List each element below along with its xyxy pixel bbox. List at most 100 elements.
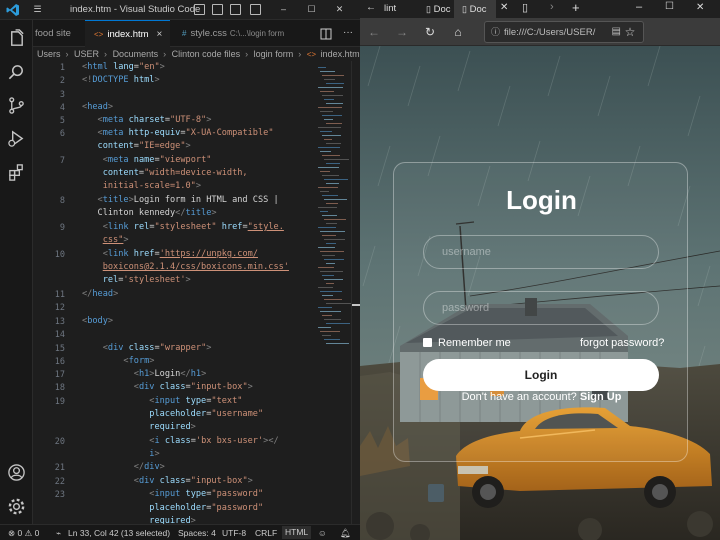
minimap-line [320, 271, 343, 272]
toggle-panel-icon[interactable] [212, 4, 223, 15]
html-file-icon: <> [306, 50, 317, 59]
more-actions-icon[interactable]: ··· [343, 27, 353, 38]
minimap-line [318, 247, 335, 248]
eol-setting[interactable]: CRLF [255, 528, 277, 538]
minimap-line [324, 319, 341, 320]
forgot-password-link[interactable]: forgot password? [580, 337, 664, 349]
minimap-line [318, 87, 343, 88]
close-tab-icon[interactable]: × [157, 29, 163, 40]
language-mode[interactable]: HTML [282, 526, 312, 539]
line-number: 22 [54, 477, 65, 487]
maximize-icon[interactable]: ☐ [665, 1, 674, 12]
breadcrumb-item[interactable]: Users [37, 49, 61, 59]
accounts-icon[interactable] [7, 463, 26, 482]
address-bar[interactable]: ⓘ file:///C:/Users/USER/ ▤ [484, 21, 644, 43]
maximize-icon[interactable]: ☐ [306, 4, 317, 15]
minimap-line [324, 239, 345, 240]
status-bar: ⊗ 0 ⚠ 0 ⌁ Ln 33, Col 42 (13 selected) Sp… [0, 524, 360, 540]
remember-me-label: Remember me [438, 337, 511, 349]
minimap[interactable] [315, 61, 351, 524]
breadcrumb-item[interactable]: login form [254, 49, 294, 59]
ports-icon[interactable]: ⌁ [56, 528, 61, 539]
home-icon[interactable]: ⌂ [450, 24, 466, 40]
login-button[interactable]: Login [423, 359, 659, 391]
minimap-line [320, 311, 341, 312]
breadcrumb-item[interactable]: Clinton code files [172, 49, 241, 59]
line-number: 3 [59, 90, 65, 100]
breadcrumb-item[interactable]: index.htm [321, 49, 360, 59]
settings-gear-icon[interactable] [7, 497, 26, 516]
line-number: 1 [59, 63, 65, 73]
breadcrumb-item[interactable]: Documents [113, 49, 159, 59]
run-debug-icon[interactable] [7, 129, 26, 148]
extensions-icon[interactable] [7, 163, 26, 182]
line-number: 20 [54, 437, 65, 447]
new-tab-icon[interactable]: + [572, 0, 580, 15]
customize-layout-icon[interactable] [250, 4, 261, 15]
search-icon[interactable] [7, 63, 26, 82]
problems-indicator[interactable]: ⊗ 0 ⚠ 0 [8, 528, 39, 539]
minimap-line [322, 75, 344, 76]
menu-icon[interactable]: ☰ [32, 4, 43, 15]
minimap-line [318, 167, 339, 168]
close-icon[interactable]: ✕ [696, 2, 704, 13]
minimap-line [322, 215, 337, 216]
close-icon[interactable]: ✕ [334, 4, 345, 15]
minimap-line [326, 123, 342, 124]
tab-close-icon[interactable]: ✕ [500, 2, 508, 13]
css-file-icon: # [182, 29, 187, 38]
minimap-line [322, 135, 341, 136]
tab-label: style.css [190, 28, 227, 39]
register-prompt: Don't have an account? Sign Up [394, 391, 689, 403]
minimap-line [322, 175, 339, 176]
notifications-bell-icon[interactable]: 🔔︎ [340, 528, 351, 539]
minimap-line [318, 107, 342, 108]
username-input[interactable] [423, 235, 659, 269]
breadcrumb-item[interactable]: USER [74, 49, 99, 59]
back-icon[interactable]: ← [366, 24, 382, 40]
tab-food-site[interactable]: food site [33, 20, 83, 47]
tab-style-css[interactable]: # style.css C:\...\login form [173, 20, 308, 47]
minimap-line [320, 71, 335, 72]
line-number: 23 [54, 490, 65, 500]
login-form: Login Remember me forgot password? Login… [393, 162, 688, 462]
minimize-icon[interactable]: – [636, 1, 642, 13]
minimap-line [318, 327, 331, 328]
minimize-icon[interactable]: – [278, 4, 289, 15]
minimap-line [320, 251, 344, 252]
code-editor[interactable]: <html lang="en"> <!DOCTYPE html> <head> … [82, 61, 314, 524]
minimap-line [322, 115, 342, 116]
split-editor-icon[interactable] [320, 28, 332, 40]
toggle-sidebar-icon[interactable] [194, 4, 205, 15]
indentation-setting[interactable]: Spaces: 4 [178, 528, 216, 538]
explorer-icon[interactable] [7, 29, 26, 48]
browser-tab-active[interactable]: ▯ Doc [454, 0, 496, 18]
sign-up-link[interactable]: Sign Up [580, 391, 622, 403]
line-number: 8 [59, 196, 65, 206]
tab-index-htm[interactable]: <> index.htm × [85, 20, 170, 47]
minimap-line [326, 163, 340, 164]
browser-tab[interactable]: ▯ Doc [418, 0, 458, 18]
reader-view-icon[interactable]: ▤ [612, 22, 621, 42]
cursor-position[interactable]: Ln 33, Col 42 (13 selected) [68, 528, 170, 538]
password-input[interactable] [423, 291, 659, 325]
remember-me-checkbox[interactable] [423, 337, 432, 347]
window-title: index.htm - Visual Studio Code [70, 4, 201, 15]
editor-scrollbar[interactable] [351, 61, 360, 524]
tab-scroll-right-icon[interactable]: › [550, 1, 554, 13]
toggle-secondary-sidebar-icon[interactable] [230, 4, 241, 15]
feedback-icon[interactable]: ☺ [318, 528, 327, 538]
line-number: 18 [54, 383, 65, 393]
line-number: 17 [54, 370, 65, 380]
remember-me-option[interactable]: Remember me [423, 337, 511, 349]
source-control-icon[interactable] [7, 96, 26, 115]
back-tab-icon[interactable]: ← [366, 2, 376, 13]
line-number: 12 [54, 303, 65, 313]
minimap-line [318, 207, 337, 208]
refresh-icon[interactable]: ↻ [422, 24, 438, 40]
minimap-line [318, 67, 326, 68]
forward-icon[interactable]: → [394, 24, 410, 40]
favorite-star-icon[interactable]: ☆ [622, 24, 638, 40]
encoding-setting[interactable]: UTF-8 [222, 528, 246, 538]
minimap-line [322, 315, 332, 316]
